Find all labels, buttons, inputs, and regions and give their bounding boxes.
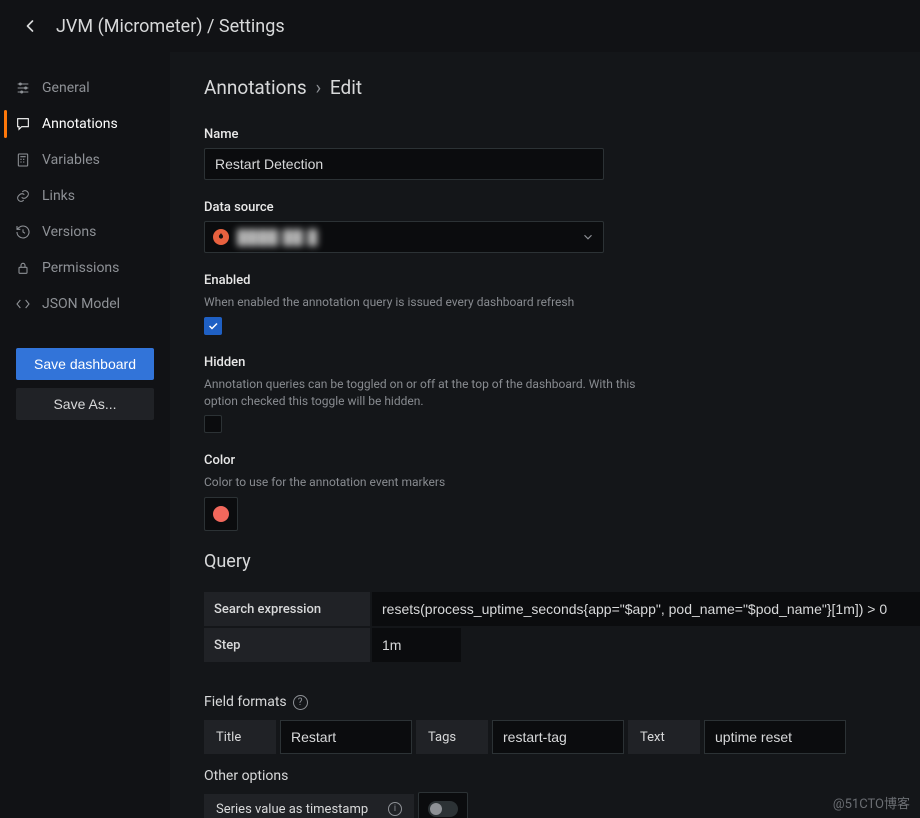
- back-button[interactable]: [16, 12, 44, 40]
- history-icon: [14, 223, 32, 241]
- sidebar-item-label: General: [42, 80, 90, 96]
- help-icon[interactable]: ?: [293, 695, 308, 710]
- code-icon: [14, 295, 32, 313]
- hidden-checkbox[interactable]: [204, 415, 222, 433]
- color-swatch-dot: [213, 506, 229, 522]
- sidebar-item-json-model[interactable]: JSON Model: [0, 286, 170, 322]
- enabled-desc: When enabled the annotation query is iss…: [204, 294, 654, 311]
- breadcrumb-root[interactable]: Annotations: [204, 76, 307, 99]
- sliders-icon: [14, 79, 32, 97]
- hidden-desc: Annotation queries can be toggled on or …: [204, 376, 654, 410]
- ff-tags-input[interactable]: [493, 721, 623, 753]
- save-as-button[interactable]: Save As...: [16, 388, 154, 420]
- name-input[interactable]: [204, 148, 604, 180]
- settings-sidebar: General Annotations Variables Links Vers…: [0, 52, 170, 818]
- sidebar-item-variables[interactable]: Variables: [0, 142, 170, 178]
- breadcrumb-leaf: Edit: [330, 76, 362, 99]
- sidebar-item-permissions[interactable]: Permissions: [0, 250, 170, 286]
- sidebar-item-general[interactable]: General: [0, 70, 170, 106]
- ff-text-input[interactable]: [705, 721, 845, 753]
- sidebar-item-annotations[interactable]: Annotations: [0, 106, 170, 142]
- sidebar-item-label: Permissions: [42, 260, 119, 276]
- series-ts-toggle[interactable]: [428, 801, 458, 817]
- sidebar-item-label: JSON Model: [42, 296, 120, 312]
- enabled-checkbox[interactable]: [204, 317, 222, 335]
- step-input[interactable]: [372, 628, 461, 662]
- breadcrumb: Annotations › Edit: [204, 76, 920, 99]
- lock-icon: [14, 259, 32, 277]
- ff-tags-label: Tags: [416, 720, 488, 754]
- step-label: Step: [204, 628, 370, 662]
- query-title: Query: [204, 551, 920, 572]
- sidebar-item-links[interactable]: Links: [0, 178, 170, 214]
- sidebar-item-versions[interactable]: Versions: [0, 214, 170, 250]
- sidebar-item-label: Versions: [42, 224, 96, 240]
- enabled-label: Enabled: [204, 273, 920, 288]
- field-formats-title: Field formats: [204, 694, 287, 710]
- search-expression-input[interactable]: [372, 592, 920, 626]
- other-options-title: Other options: [204, 768, 920, 784]
- prometheus-icon: [213, 229, 229, 245]
- ff-title-label: Title: [204, 720, 276, 754]
- link-icon: [14, 187, 32, 205]
- chevron-down-icon: [581, 230, 595, 248]
- info-icon[interactable]: i: [388, 802, 402, 816]
- comment-icon: [14, 115, 32, 133]
- sidebar-item-label: Links: [42, 188, 75, 204]
- name-label: Name: [204, 127, 920, 142]
- sidebar-item-label: Annotations: [42, 116, 118, 132]
- color-label: Color: [204, 453, 920, 468]
- color-desc: Color to use for the annotation event ma…: [204, 474, 654, 491]
- page-title: JVM (Micrometer) / Settings: [56, 16, 285, 37]
- datasource-select[interactable]: ████ ██ █: [204, 221, 604, 253]
- hidden-label: Hidden: [204, 355, 920, 370]
- sidebar-item-label: Variables: [42, 152, 100, 168]
- search-expression-label: Search expression: [204, 592, 370, 626]
- ff-title-input[interactable]: [281, 721, 411, 753]
- ff-text-label: Text: [628, 720, 700, 754]
- datasource-value: ████ ██ █: [237, 229, 318, 246]
- datasource-label: Data source: [204, 200, 920, 215]
- save-dashboard-button[interactable]: Save dashboard: [16, 348, 154, 380]
- watermark: @51CTO博客: [833, 793, 910, 812]
- color-picker[interactable]: [204, 497, 238, 531]
- calculator-icon: [14, 151, 32, 169]
- series-ts-label: Series value as timestamp: [216, 802, 368, 817]
